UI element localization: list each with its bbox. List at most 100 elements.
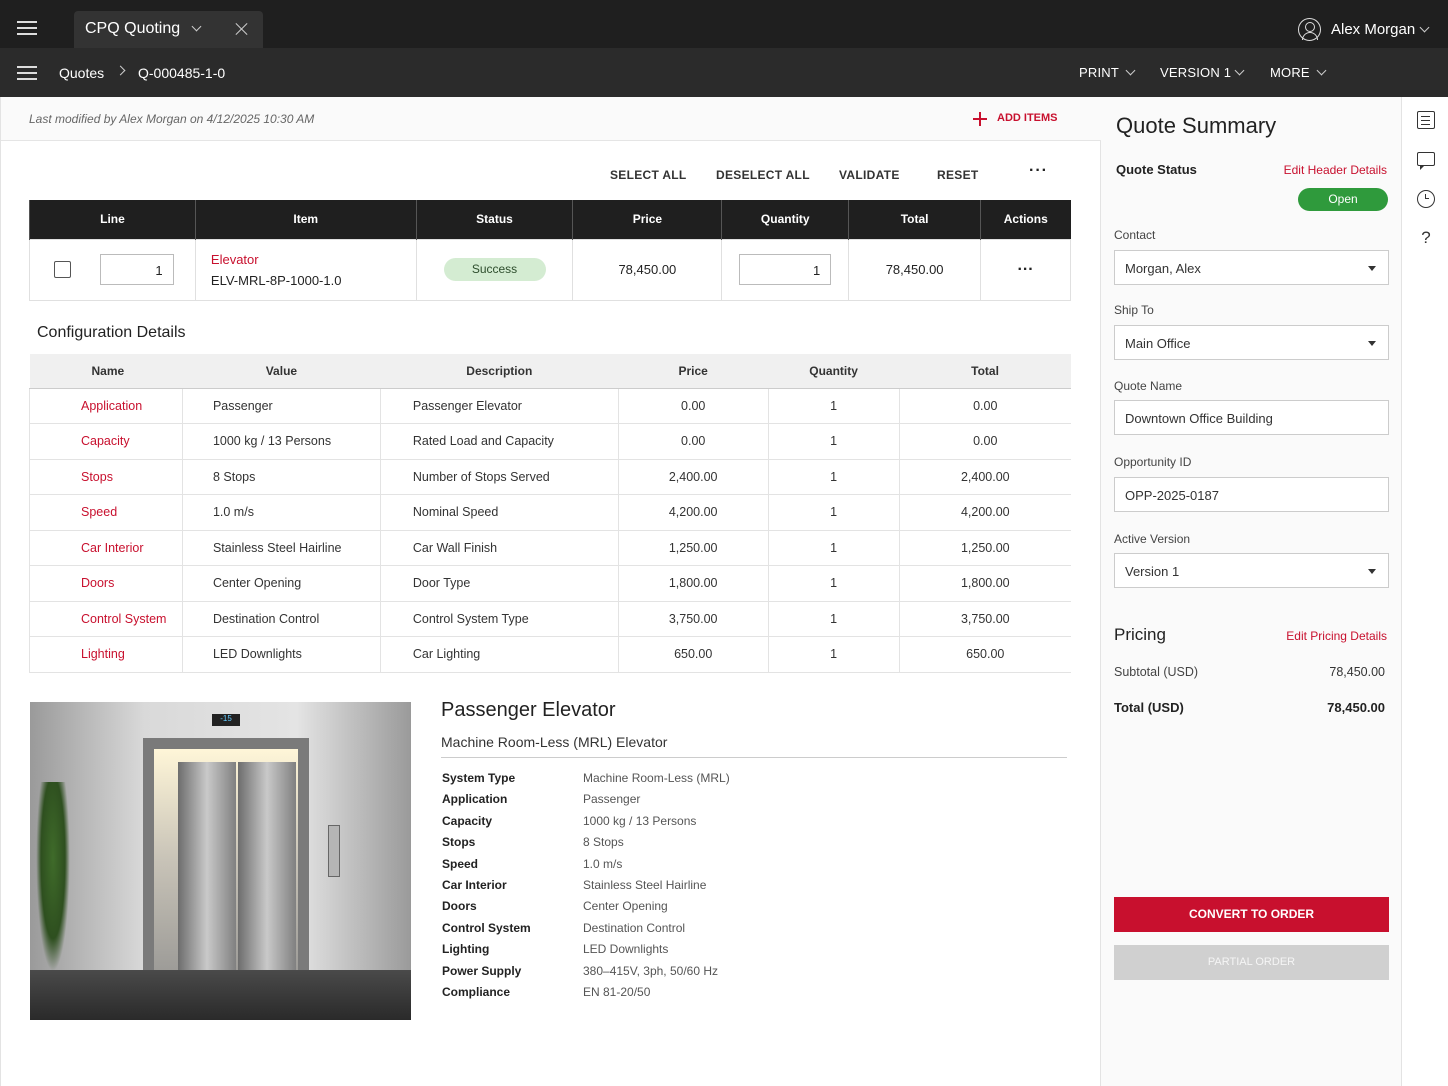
right-rail: ? bbox=[1403, 97, 1448, 1086]
contact-value: Morgan, Alex bbox=[1125, 261, 1201, 276]
column-header: Total bbox=[899, 354, 1071, 389]
user-avatar-icon[interactable] bbox=[1298, 18, 1321, 41]
document-icon[interactable] bbox=[1417, 111, 1435, 129]
config-name[interactable]: Lighting bbox=[29, 636, 183, 673]
contact-select[interactable]: Morgan, Alex bbox=[1114, 250, 1389, 285]
item-cell: Elevator ELV-MRL-8P-1000-1.0 bbox=[194, 238, 417, 301]
nav-menu-icon[interactable] bbox=[17, 66, 37, 80]
comments-icon[interactable] bbox=[1417, 152, 1435, 170]
spec-key: Control System bbox=[442, 920, 531, 935]
spec-key: Lighting bbox=[442, 942, 490, 957]
config-total: 4,200.00 bbox=[898, 494, 1071, 531]
validate-button[interactable]: VALIDATE bbox=[839, 168, 900, 182]
total-value: 78,450.00 bbox=[1327, 700, 1385, 715]
config-qty: 1 bbox=[767, 423, 900, 460]
partial-order-button[interactable]: PARTIAL ORDER bbox=[1114, 945, 1389, 980]
reset-button[interactable]: RESET bbox=[937, 168, 979, 182]
config-total: 0.00 bbox=[898, 423, 1071, 460]
ship-to-select[interactable]: Main Office bbox=[1114, 325, 1389, 360]
chevron-down-icon[interactable] bbox=[191, 21, 202, 32]
chevron-down-icon[interactable] bbox=[1316, 65, 1327, 76]
spec-value: LED Downlights bbox=[583, 942, 669, 957]
plus-icon[interactable] bbox=[973, 112, 987, 126]
caret-down-icon bbox=[1368, 266, 1376, 271]
floor-display: -15 bbox=[212, 714, 240, 726]
config-qty: 1 bbox=[767, 388, 900, 424]
config-name[interactable]: Control System bbox=[29, 601, 183, 637]
status-badge: Success bbox=[443, 258, 546, 281]
column-header: Price bbox=[572, 200, 722, 239]
app-menu-icon[interactable] bbox=[17, 21, 37, 35]
more-menu[interactable]: MORE bbox=[1270, 65, 1310, 80]
edit-header-link[interactable]: Edit Header Details bbox=[1284, 163, 1387, 177]
quote-name-label: Quote Name bbox=[1114, 379, 1183, 393]
history-icon[interactable] bbox=[1417, 190, 1435, 208]
config-name[interactable]: Application bbox=[29, 388, 183, 424]
column-header: Line bbox=[29, 200, 196, 239]
plant-decoration bbox=[36, 782, 70, 972]
row-actions-icon[interactable]: ··· bbox=[1018, 261, 1034, 278]
product-title: Passenger Elevator bbox=[441, 699, 616, 721]
line-number-input[interactable]: 1 bbox=[99, 254, 174, 285]
app-tab-title: CPQ Quoting bbox=[85, 20, 181, 37]
spec-value: Stainless Steel Hairline bbox=[583, 877, 707, 892]
table-row: Lighting LED Downlights Car Lighting 650.00… bbox=[29, 636, 1071, 673]
help-icon[interactable]: ? bbox=[1417, 228, 1435, 247]
chevron-down-icon[interactable] bbox=[1419, 22, 1430, 33]
close-icon[interactable] bbox=[235, 22, 249, 36]
more-actions-icon[interactable]: ··· bbox=[1029, 162, 1048, 180]
active-version-value: Version 1 bbox=[1125, 564, 1180, 579]
config-qty: 1 bbox=[767, 459, 900, 495]
line-cell: 1 bbox=[29, 238, 196, 301]
breadcrumb-root[interactable]: Quotes bbox=[59, 65, 104, 81]
pricing-heading: Pricing bbox=[1114, 625, 1166, 644]
row-checkbox[interactable] bbox=[54, 261, 71, 278]
config-value: Destination Control bbox=[181, 601, 381, 637]
config-price: 2,400.00 bbox=[617, 459, 769, 495]
config-total: 650.00 bbox=[898, 636, 1071, 673]
modified-bar: Last modified by Alex Morgan on 4/12/202… bbox=[1, 97, 1101, 141]
print-menu[interactable]: PRINT bbox=[1079, 65, 1119, 80]
spec-key: Car Interior bbox=[442, 877, 507, 892]
app-tab[interactable]: CPQ Quoting bbox=[74, 11, 263, 48]
spec-value: Center Opening bbox=[583, 899, 668, 914]
config-desc: Door Type bbox=[379, 565, 619, 602]
floor bbox=[30, 970, 411, 1020]
config-value: 8 Stops bbox=[181, 459, 381, 495]
config-total: 0.00 bbox=[898, 388, 1071, 424]
product-subtitle: Machine Room-Less (MRL) Elevator bbox=[441, 734, 668, 750]
config-value: 1000 kg / 13 Persons bbox=[181, 423, 381, 460]
active-version-label: Active Version bbox=[1114, 532, 1191, 546]
opportunity-input[interactable]: OPP-2025-0187 bbox=[1114, 477, 1389, 512]
spec-value: Passenger bbox=[583, 792, 641, 807]
item-name-link[interactable]: Elevator bbox=[211, 249, 416, 270]
deselect-all-button[interactable]: DESELECT ALL bbox=[716, 168, 810, 182]
spec-value: 1.0 m/s bbox=[583, 856, 623, 871]
config-name[interactable]: Capacity bbox=[29, 423, 183, 460]
active-version-select[interactable]: Version 1 bbox=[1114, 553, 1389, 588]
table-row: Capacity 1000 kg / 13 Persons Rated Load a… bbox=[29, 423, 1071, 460]
call-panel bbox=[328, 825, 340, 877]
chevron-down-icon[interactable] bbox=[1234, 65, 1245, 76]
config-name[interactable]: Speed bbox=[29, 494, 183, 531]
quote-name-input[interactable]: Downtown Office Building bbox=[1114, 400, 1389, 435]
subtotal-label: Subtotal (USD) bbox=[1114, 665, 1199, 679]
column-header: Quantity bbox=[721, 200, 849, 239]
add-items-button[interactable]: ADD ITEMS bbox=[997, 112, 1058, 124]
column-header: Status bbox=[415, 200, 573, 239]
config-name[interactable]: Doors bbox=[29, 565, 183, 602]
opportunity-label: Opportunity ID bbox=[1114, 455, 1192, 469]
column-header: Actions bbox=[980, 200, 1071, 239]
chevron-right-icon bbox=[115, 65, 126, 76]
edit-pricing-link[interactable]: Edit Pricing Details bbox=[1286, 629, 1387, 643]
config-name[interactable]: Car Interior bbox=[29, 530, 183, 566]
user-name[interactable]: Alex Morgan bbox=[1331, 21, 1415, 38]
convert-to-order-button[interactable]: CONVERT TO ORDER bbox=[1114, 897, 1389, 932]
config-price: 1,250.00 bbox=[617, 530, 769, 566]
quantity-input[interactable]: 1 bbox=[739, 254, 832, 285]
config-name[interactable]: Stops bbox=[29, 459, 183, 495]
select-all-button[interactable]: SELECT ALL bbox=[610, 168, 687, 182]
version-menu[interactable]: VERSION 1 bbox=[1160, 65, 1231, 80]
chevron-down-icon[interactable] bbox=[1125, 65, 1136, 76]
column-header: Quantity bbox=[768, 354, 900, 389]
